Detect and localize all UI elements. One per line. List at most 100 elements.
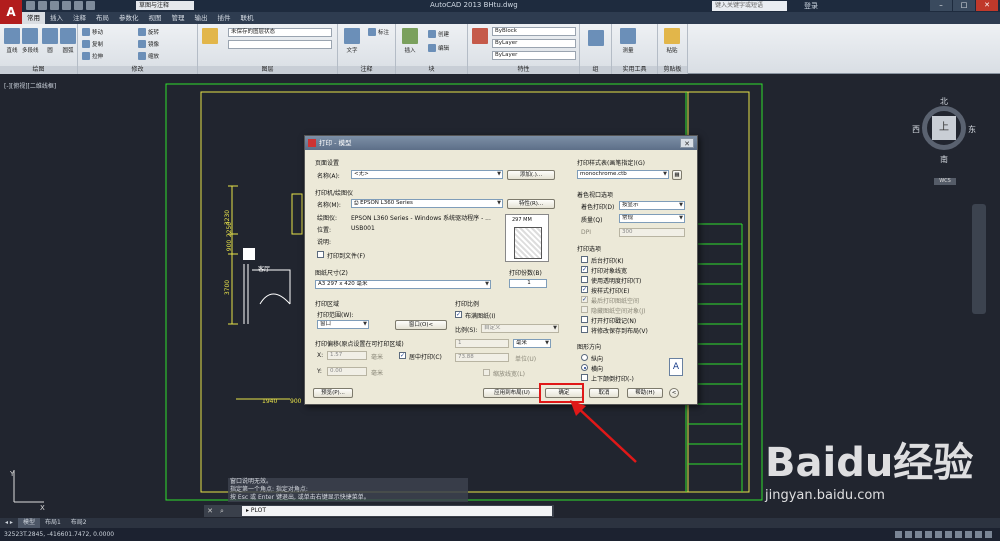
ribbon-tab[interactable]: 视图 bbox=[144, 12, 167, 24]
settings-gear-icon[interactable] bbox=[985, 531, 992, 538]
osnap-icon[interactable] bbox=[935, 531, 942, 538]
preview-button[interactable]: 预览(P)... bbox=[313, 388, 353, 398]
workspace-select[interactable]: 草图与注释 bbox=[136, 1, 194, 10]
shade-plot-select[interactable]: 按显示 bbox=[619, 201, 685, 210]
scale-paper-units-input[interactable]: 1 bbox=[455, 339, 509, 348]
create-block-tool[interactable]: 创建 bbox=[428, 30, 449, 38]
layer-properties-icon[interactable] bbox=[202, 28, 218, 44]
copies-input[interactable]: 1 bbox=[509, 279, 547, 288]
plot-option-checkbox[interactable]: ✓ bbox=[581, 266, 588, 273]
ribbon-tab[interactable]: 联机 bbox=[236, 12, 259, 24]
paste-tool[interactable]: 粘贴 bbox=[664, 28, 680, 54]
measure-tool[interactable]: 测量 bbox=[620, 28, 636, 54]
panel-label[interactable]: 实用工具 bbox=[612, 66, 657, 74]
compass-north[interactable]: 北 bbox=[940, 96, 948, 107]
polar-icon[interactable] bbox=[925, 531, 932, 538]
open-icon[interactable] bbox=[38, 1, 47, 10]
ortho-icon[interactable] bbox=[915, 531, 922, 538]
panel-label[interactable]: 绘图 bbox=[0, 66, 77, 74]
apply-to-layout-button[interactable]: 应用到布局(U) bbox=[483, 388, 541, 398]
new-icon[interactable] bbox=[26, 1, 35, 10]
panel-label[interactable]: 块 bbox=[396, 66, 467, 74]
command-input[interactable]: ▸ PLOT bbox=[242, 506, 552, 516]
maximize-button[interactable]: □ bbox=[953, 0, 975, 11]
navigation-bar[interactable] bbox=[972, 204, 986, 314]
dyn-icon[interactable] bbox=[965, 531, 972, 538]
grip-marker[interactable] bbox=[243, 248, 255, 260]
plot-option-checkbox[interactable]: ✓ bbox=[581, 296, 588, 303]
x-offset-input[interactable]: 1.57 bbox=[327, 351, 367, 360]
viewcube-top-face[interactable]: 上 bbox=[932, 116, 956, 140]
panel-label[interactable]: 特性 bbox=[468, 66, 579, 74]
plot-range-select[interactable]: 窗口 bbox=[317, 320, 369, 329]
plot-option-checkbox[interactable] bbox=[581, 316, 588, 323]
edit-block-tool[interactable]: 编辑 bbox=[428, 44, 449, 52]
paper-size-select[interactable]: A3 297 x 420 毫米 bbox=[315, 280, 491, 289]
rotate-tool[interactable]: 旋转 bbox=[138, 28, 159, 36]
color-select[interactable]: ByBlock bbox=[492, 27, 576, 36]
polyline-tool[interactable]: 多段线 bbox=[22, 28, 39, 54]
plot-option-checkbox[interactable] bbox=[581, 326, 588, 333]
cancel-button[interactable]: 取消 bbox=[589, 388, 619, 398]
landscape-radio[interactable] bbox=[581, 364, 588, 371]
plot-style-table-select[interactable]: monochrome.ctb bbox=[577, 170, 669, 179]
panel-label[interactable]: 注释 bbox=[338, 66, 395, 74]
circle-tool[interactable]: 圆 bbox=[42, 28, 58, 54]
login-link[interactable]: 登录 bbox=[804, 1, 818, 11]
plot-option-checkbox[interactable] bbox=[581, 276, 588, 283]
linetype-select[interactable]: ByLayer bbox=[492, 39, 576, 48]
copy-tool[interactable]: 复制 bbox=[82, 40, 103, 48]
ducs-icon[interactable] bbox=[955, 531, 962, 538]
compass-west[interactable]: 西 bbox=[912, 124, 920, 135]
compass-east[interactable]: 东 bbox=[968, 124, 976, 135]
dialog-close-button[interactable]: ✕ bbox=[680, 138, 694, 148]
more-options-button[interactable]: < bbox=[669, 388, 679, 398]
ribbon-tab[interactable]: 插件 bbox=[213, 12, 236, 24]
viewcube[interactable]: 上 北 南 东 西 WCS bbox=[912, 96, 976, 185]
text-tool[interactable]: 文字 bbox=[344, 28, 360, 54]
arc-tool[interactable]: 圆弧 bbox=[60, 28, 76, 54]
quality-select[interactable]: 常规 bbox=[619, 214, 685, 223]
lineweight-select[interactable]: ByLayer bbox=[492, 51, 576, 60]
panel-label[interactable]: 剪贴板 bbox=[658, 66, 687, 74]
plot-option-checkbox[interactable] bbox=[581, 256, 588, 263]
minimize-button[interactable]: – bbox=[930, 0, 952, 11]
panel-label[interactable]: 组 bbox=[580, 66, 611, 74]
compass-south[interactable]: 南 bbox=[940, 154, 948, 165]
layer-state-select[interactable]: 未保存的图层状态 bbox=[228, 28, 332, 37]
layout-nav-icon[interactable]: ◂ ▸ bbox=[0, 518, 18, 528]
panel-label[interactable]: 图层 bbox=[198, 66, 337, 74]
center-plot-checkbox[interactable]: ✓ bbox=[399, 352, 406, 359]
wcs-menu[interactable]: WCS bbox=[934, 178, 956, 185]
printer-properties-button[interactable]: 特性(R)... bbox=[507, 199, 555, 209]
panel-label[interactable]: 修改 bbox=[78, 66, 197, 74]
save-as-icon[interactable] bbox=[62, 1, 71, 10]
autocad-logo-icon[interactable]: A bbox=[0, 0, 22, 24]
match-properties-icon[interactable] bbox=[472, 28, 488, 44]
fit-to-paper-checkbox[interactable]: ✓ bbox=[455, 311, 462, 318]
close-command-icon[interactable]: ✕ bbox=[204, 507, 216, 515]
move-tool[interactable]: 移动 bbox=[82, 28, 103, 36]
ribbon-tab[interactable]: 布局 bbox=[91, 12, 114, 24]
edit-plot-style-button[interactable]: ▦ bbox=[672, 170, 682, 180]
close-button[interactable]: ✕ bbox=[976, 0, 998, 11]
ribbon-tab[interactable]: 输出 bbox=[190, 12, 213, 24]
line-tool[interactable]: 直线 bbox=[4, 28, 20, 54]
mirror-tool[interactable]: 镜像 bbox=[138, 40, 159, 48]
tab-model[interactable]: 模型 bbox=[17, 518, 40, 528]
snap-icon[interactable] bbox=[895, 531, 902, 538]
add-page-setup-button[interactable]: 添加(.)... bbox=[507, 170, 555, 180]
portrait-radio[interactable] bbox=[581, 354, 588, 361]
lineweight-icon[interactable] bbox=[975, 531, 982, 538]
grid-icon[interactable] bbox=[905, 531, 912, 538]
undo-icon[interactable] bbox=[74, 1, 83, 10]
dpi-input[interactable]: 300 bbox=[619, 228, 685, 237]
scale-unit-select[interactable]: 毫米 bbox=[513, 339, 551, 348]
dimension-tool[interactable]: 标注 bbox=[368, 28, 389, 36]
window-select-button[interactable]: 窗口(O)< bbox=[395, 320, 447, 330]
layer-select[interactable] bbox=[228, 40, 332, 49]
plot-option-checkbox[interactable]: ✓ bbox=[581, 286, 588, 293]
tab-layout2[interactable]: 布局2 bbox=[66, 518, 92, 528]
scale-tool[interactable]: 缩放 bbox=[138, 52, 159, 60]
ribbon-tab[interactable]: 管理 bbox=[167, 12, 190, 24]
